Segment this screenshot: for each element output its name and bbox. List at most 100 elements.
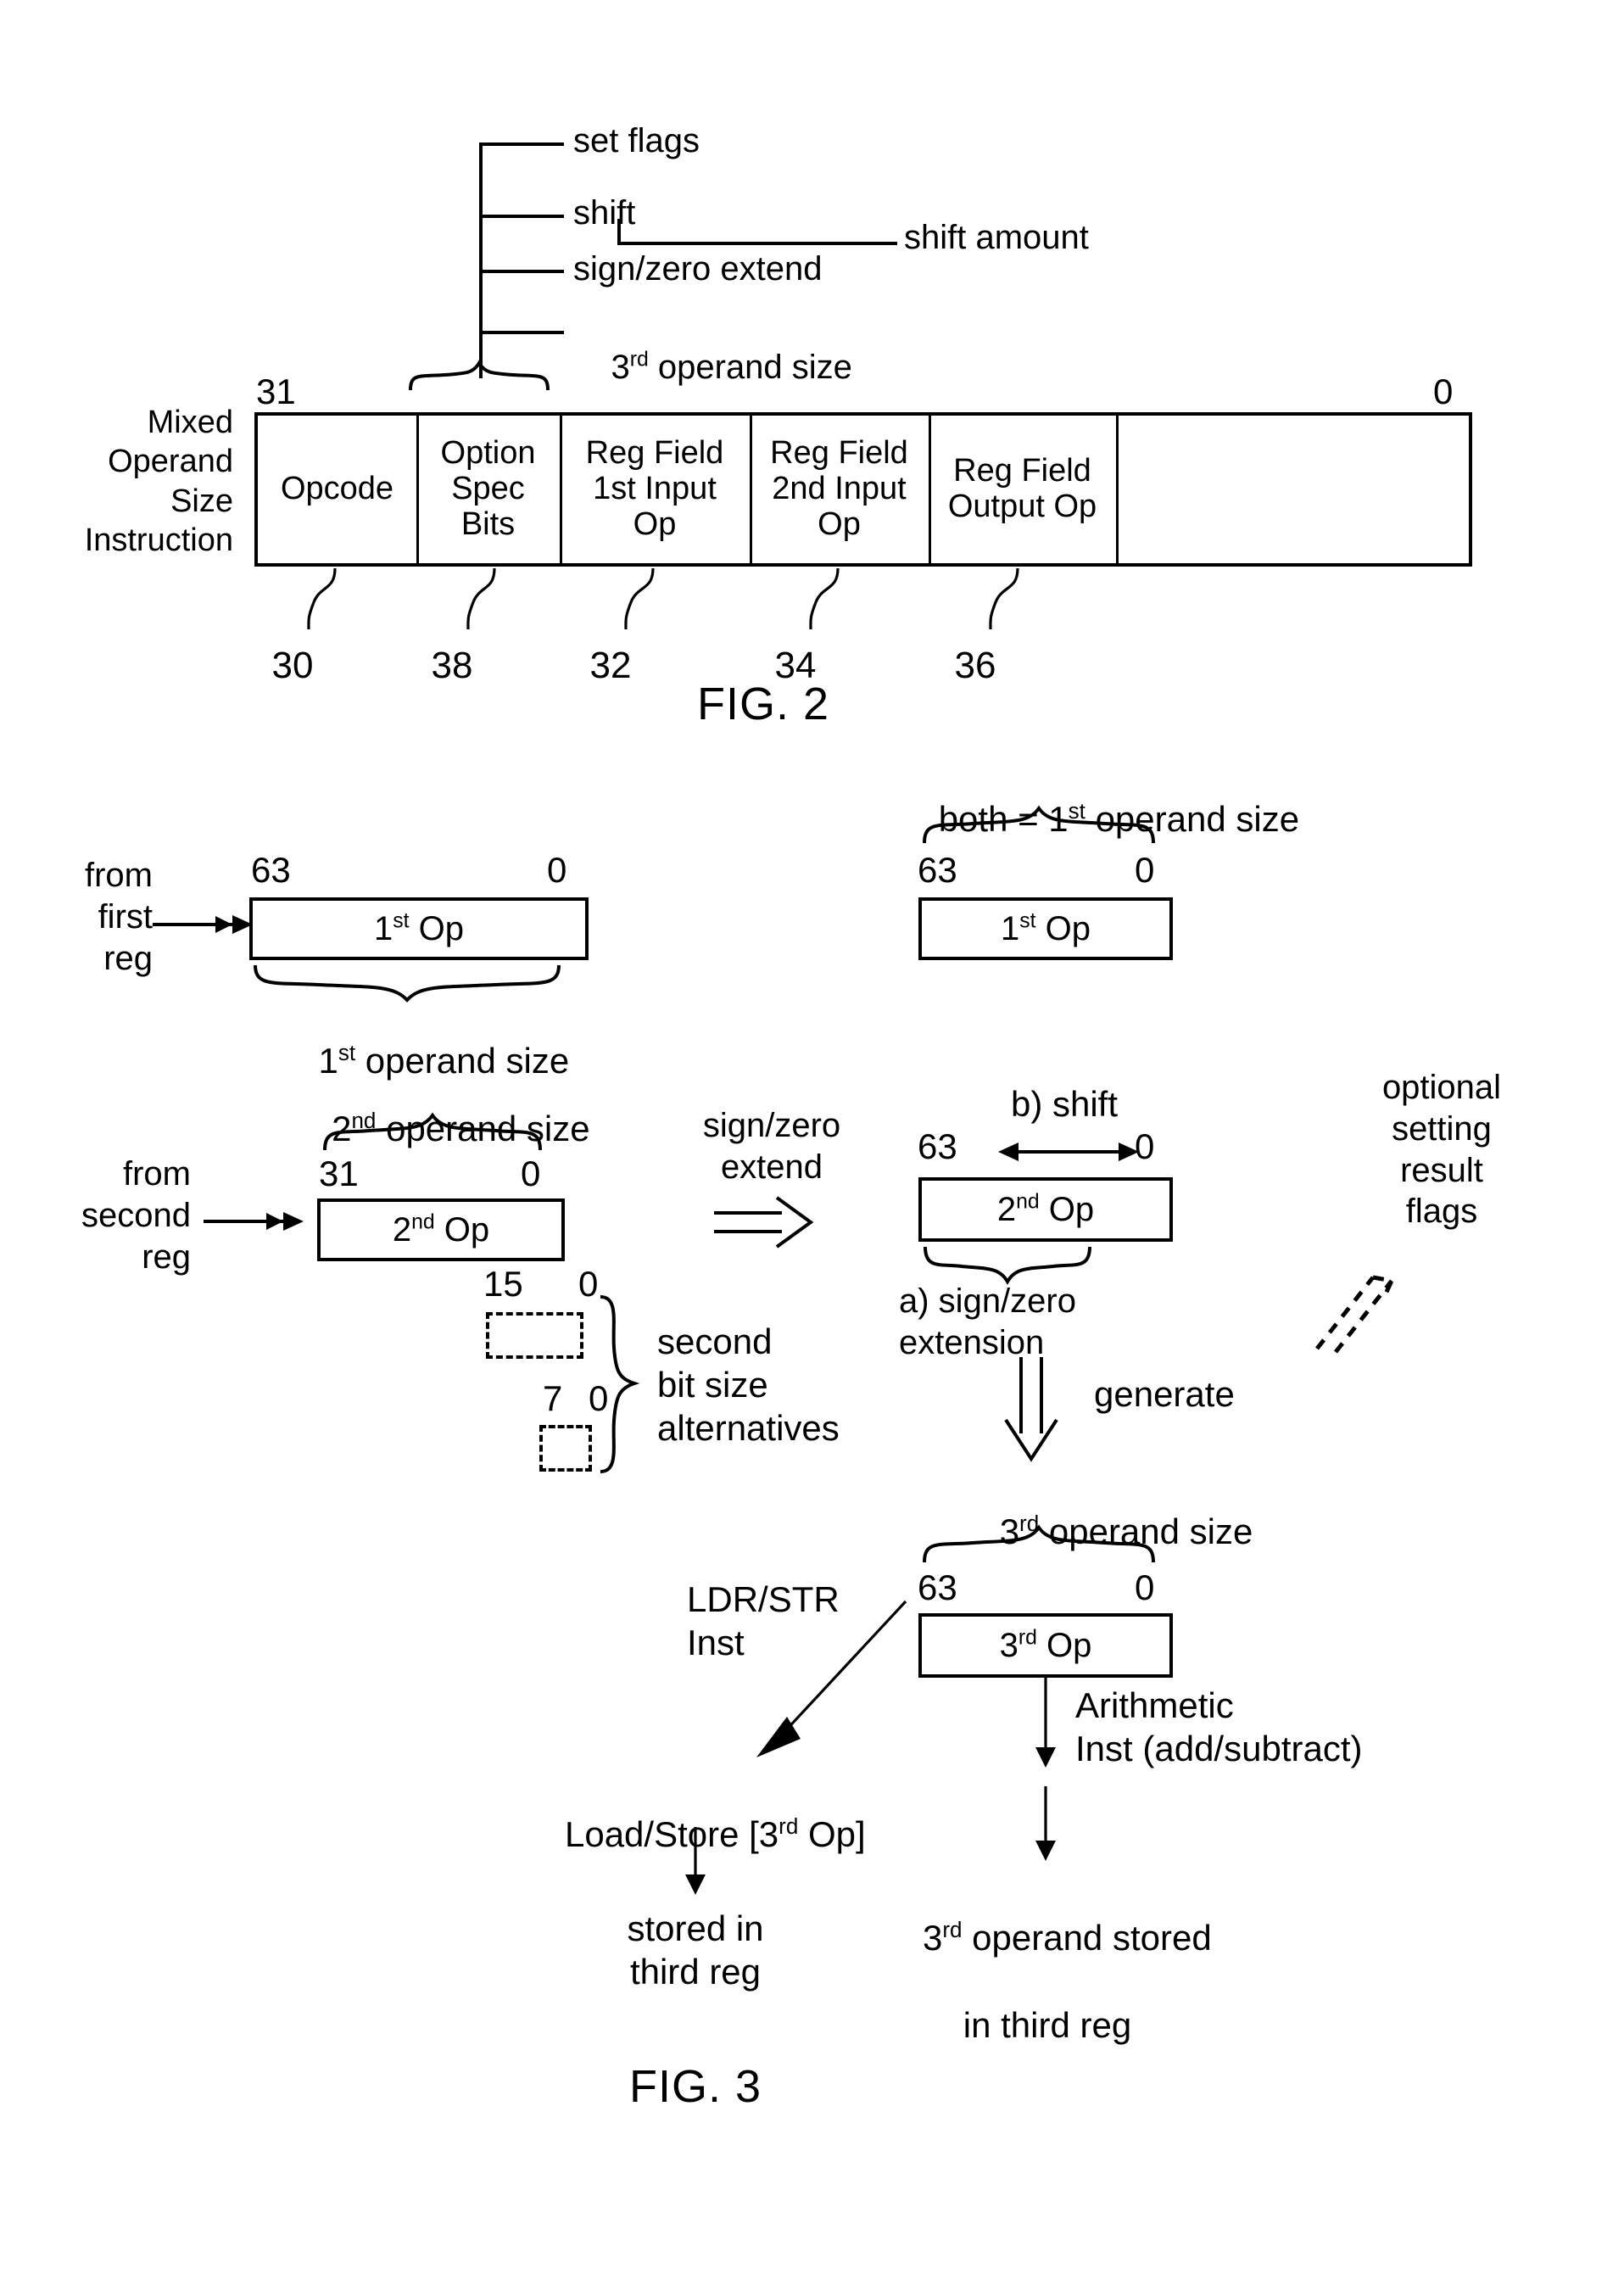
first-size-sup: st [338,1040,356,1066]
field-reg2-line-1: Reg Field [770,435,908,472]
reference-number-36: 36 [954,645,996,686]
third-operand-stored-label: 3rd operand stored in third reg [857,1873,1238,2133]
generate-label: generate [1094,1374,1235,1414]
sign-zero-extension-label: a) sign/zero extension [899,1282,1076,1361]
hatched-flag-arrow-icon [1315,1275,1395,1354]
alt2-bit-high: 7 [543,1378,563,1418]
shift-double-arrow [998,1142,1139,1161]
fig2-bit-high-label: 31 [256,372,296,411]
stored-third-reg-label: stored in third reg [627,1908,764,1992]
first-operand-bit-low: 0 [547,850,567,890]
arithmetic-label: Arithmetic Inst (add/subtract) [1075,1685,1363,1769]
loadstore-down-arrow [685,1827,706,1895]
third-stored-post: operand stored [962,1918,1212,1958]
second-operand-bit-high: 31 [319,1154,359,1193]
callout-line-set-flags [479,142,564,146]
field-reg1-line-1: Reg Field [585,435,724,472]
transform-arrow-label: sign/zero extend [702,1107,841,1186]
alt1-bit-high: 15 [483,1264,523,1304]
callout-label-third-operand-size: 3rd operand size [573,310,852,424]
shift-label: b) shift [1010,1084,1119,1124]
result-second-bit-high: 63 [918,1126,957,1166]
field-reg2-line-3: Op [818,506,861,542]
field-unused [1116,416,1472,563]
result-second-op-post: Op [1039,1190,1095,1228]
second-operand-box: 2nd Op [317,1198,565,1261]
callout-label-shift: shift [573,194,636,232]
field-reg-first-input: Reg Field 1st Input Op [560,416,750,563]
first-operand-box: 1st Op [249,897,589,960]
loadstore-post: Op] [798,1814,866,1855]
third-stored-pre: 3 [922,1918,943,1958]
third-operand-bit-low: 0 [1135,1567,1155,1607]
arithmetic-down-arrow-1 [1035,1678,1056,1768]
result-first-op-box: 1st Op [918,897,1173,960]
optional-flags-label: optional setting result flags [1381,1069,1502,1231]
field-regout-line-2: Output Op [947,489,1097,524]
figure-3-caption: FIG. 3 [628,2061,762,2112]
field-regout-line-1: Reg Field [953,453,1091,489]
third-stored-line-1: 3rd operand stored [923,1918,1212,1958]
first-op-pre: 1 [373,909,393,947]
brace-first-operand-size [254,964,561,1003]
second-op-sup: nd [411,1210,435,1234]
callout-line-sign-zero-extend [479,270,564,273]
ldrstr-arrow [756,1600,907,1757]
field-reg1-line-2: 1st Input [593,471,717,507]
instruction-format-bar: Opcode Option Spec Bits Reg Field 1st In… [254,412,1472,567]
first-op-post: Op [409,909,465,947]
fig2-bit-low-label: 0 [1433,372,1454,411]
field-option-line-1: Option [440,435,536,472]
result-second-op-sup: nd [1016,1190,1040,1214]
callout-3rd-rest: operand size [648,348,852,386]
brace-bit-size-alternatives [600,1295,640,1473]
result-second-bit-low: 0 [1135,1126,1155,1166]
second-op-post: Op [434,1210,490,1249]
shift-amount-elbow-vertical [617,219,621,244]
figure-3: both = 1st operand size 63 0 1st Op from… [0,729,1624,2285]
third-op-pre: 3 [999,1626,1018,1664]
result-second-op-pre: 2 [996,1190,1017,1228]
reference-number-38: 38 [431,645,473,686]
loadstore-sup: rd [779,1813,799,1840]
sign-zero-extend-arrow [714,1196,814,1249]
third-op-sup: rd [1018,1626,1037,1650]
result-first-bit-low: 0 [1135,850,1155,890]
callout-label-set-flags: set flags [573,122,700,159]
field-option-line-2: Spec [451,471,525,507]
third-operand-box: 3rd Op [918,1613,1173,1678]
field-reg2-line-2: 2nd Input [772,471,907,507]
brace-sign-zero-extension [924,1246,1091,1285]
callout-3rd-sup: rd [629,348,649,372]
arithmetic-down-arrow-2 [1035,1786,1056,1861]
field-reg-output: Reg Field Output Op [929,416,1116,563]
field-opcode-line-1: Opcode [280,471,394,507]
second-operand-source-label: from second reg [81,1155,191,1276]
second-op-pre: 2 [392,1210,412,1249]
brace-third-operand-size [923,1524,1155,1563]
second-operand-input-arrow [204,1212,304,1231]
first-operand-source-label: from first reg [85,857,153,977]
brace-result-first [923,805,1155,844]
result-first-bit-high: 63 [918,850,957,890]
field-opcode: Opcode [258,416,416,563]
third-stored-line-2: in third reg [963,2004,1132,2045]
figure-2-caption: FIG. 2 [696,679,830,729]
option-callout-trunk [479,142,483,378]
callout-line-third-operand-size [479,331,564,334]
callout-label-sign-zero-extend: sign/zero extend [573,250,823,288]
callout-3rd-num: 3 [611,348,630,386]
shift-amount-elbow-horizontal [617,242,897,245]
instruction-row-label: Mixed Operand Size Instruction [84,405,233,559]
result-first-op-post: Op [1035,909,1091,947]
fig2-reference-leaders [307,567,1019,630]
third-stored-sup: rd [942,1917,963,1943]
field-option-spec-bits: Option Spec Bits [416,416,560,563]
result-first-op-sup: st [1019,909,1036,933]
reference-number-30: 30 [271,645,314,686]
third-op-post: Op [1036,1626,1092,1664]
first-op-sup: st [393,909,410,933]
loadstore-pre: Load/Store [3 [564,1814,779,1855]
brace-second-operand-size [323,1112,542,1151]
field-reg1-line-3: Op [633,506,677,542]
